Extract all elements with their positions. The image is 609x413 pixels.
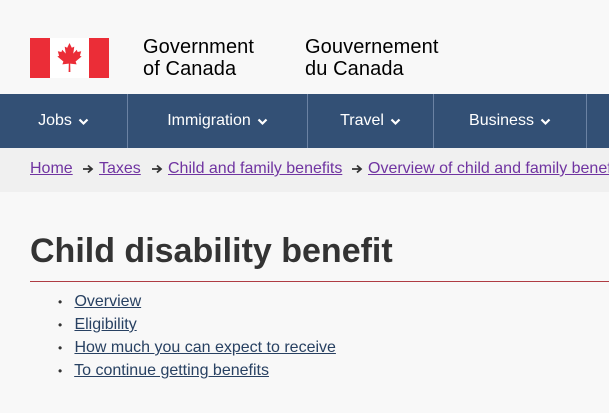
breadcrumb-home[interactable]: Home <box>30 160 73 178</box>
bullet-icon: • <box>58 318 63 332</box>
bullet-icon: • <box>58 364 63 378</box>
chevron-down-icon <box>257 118 268 125</box>
arrow-right-icon <box>352 164 363 174</box>
breadcrumb-child-family-benefits[interactable]: Child and family benefits <box>168 160 342 178</box>
site-header: Government of Canada Gouvernement du Can… <box>0 0 609 94</box>
chevron-down-icon <box>390 118 401 125</box>
list-item: • Eligibility <box>58 313 336 336</box>
menu-item-travel[interactable]: Travel <box>307 94 433 148</box>
bullet-icon: • <box>58 295 63 309</box>
menu-item-label: Immigration <box>167 112 251 129</box>
menu-item-label: Business <box>469 112 534 129</box>
main-menu: Jobs Immigration Travel Business <box>0 94 609 148</box>
page-title: Child disability benefit <box>30 232 393 270</box>
toc-link-overview[interactable]: Overview <box>74 293 141 310</box>
list-item: • Overview <box>58 290 336 313</box>
page-toc: • Overview • Eligibility • How much you … <box>58 290 336 382</box>
menu-item-more[interactable] <box>586 94 609 148</box>
list-item: • How much you can expect to receive <box>58 336 336 359</box>
bullet-icon: • <box>58 341 63 355</box>
signature-en-line1: Government <box>143 36 255 58</box>
signature-fr-line2: du Canada <box>305 58 404 80</box>
menu-item-jobs[interactable]: Jobs <box>0 94 127 148</box>
menu-item-immigration[interactable]: Immigration <box>127 94 307 148</box>
breadcrumb-taxes[interactable]: Taxes <box>99 160 141 178</box>
menu-item-label: Travel <box>340 112 384 129</box>
chevron-down-icon <box>540 118 551 125</box>
toc-link-continue-benefits[interactable]: To continue getting benefits <box>74 362 269 379</box>
menu-item-label: Jobs <box>38 112 72 129</box>
arrow-right-icon <box>83 164 94 174</box>
menu-item-business[interactable]: Business <box>433 94 586 148</box>
canada-flag-icon[interactable] <box>30 38 109 78</box>
chevron-down-icon <box>78 118 89 125</box>
signature-english[interactable]: Government of Canada <box>143 36 254 80</box>
breadcrumb-overview-benefits[interactable]: Overview of child and family benefits <box>368 160 609 178</box>
signature-french[interactable]: Gouvernement du Canada <box>305 36 439 80</box>
signature-fr-line1: Gouvernement <box>305 36 439 58</box>
signature-en-line2: of Canada <box>143 58 237 80</box>
toc-link-how-much[interactable]: How much you can expect to receive <box>74 339 335 356</box>
arrow-right-icon <box>152 164 163 174</box>
toc-link-eligibility[interactable]: Eligibility <box>74 316 136 333</box>
title-rule <box>30 281 609 282</box>
list-item: • To continue getting benefits <box>58 359 336 382</box>
